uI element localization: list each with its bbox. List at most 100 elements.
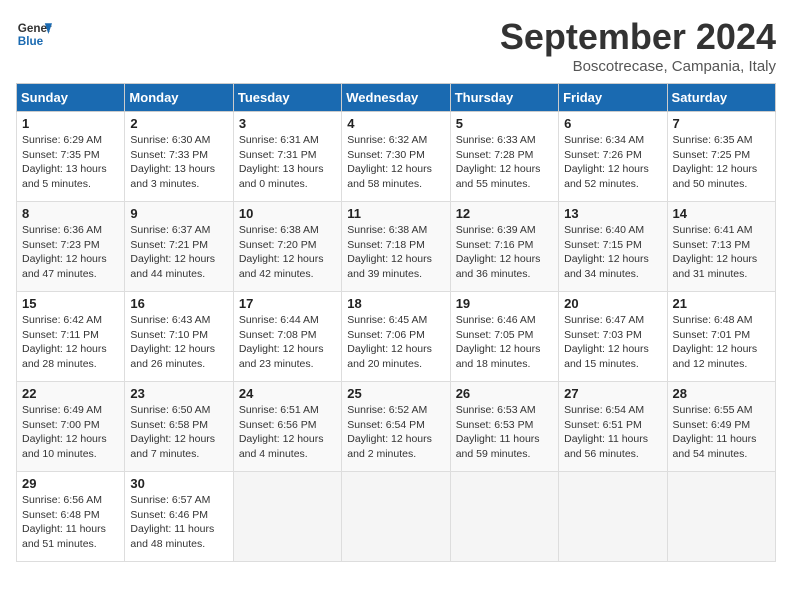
day-number: 30 xyxy=(130,476,227,491)
calendar-cell: 7 Sunrise: 6:35 AM Sunset: 7:25 PM Daylig… xyxy=(667,112,775,202)
calendar-table: SundayMondayTuesdayWednesdayThursdayFrid… xyxy=(16,83,776,562)
calendar-cell: 14Sunrise: 6:41 AM Sunset: 7:13 PM Dayli… xyxy=(667,202,775,292)
calendar-cell: 30 Sunrise: 6:57 AM Sunset: 6:46 PM Dayli… xyxy=(125,472,233,562)
calendar-cell: 5Sunrise: 6:33 AM Sunset: 7:28 PM Daylig… xyxy=(450,112,558,202)
weekday-header-row: SundayMondayTuesdayWednesdayThursdayFrid… xyxy=(17,84,776,112)
day-number: 21 xyxy=(673,296,770,311)
calendar-cell: 19Sunrise: 6:46 AM Sunset: 7:05 PM Dayli… xyxy=(450,292,558,382)
day-number: 24 xyxy=(239,386,336,401)
day-info: Sunrise: 6:44 AM Sunset: 7:08 PM Dayligh… xyxy=(239,313,336,372)
calendar-cell: 18 Sunrise: 6:45 AM Sunset: 7:06 PM Dayli… xyxy=(342,292,450,382)
calendar-cell xyxy=(667,472,775,562)
weekday-header-thursday: Thursday xyxy=(450,84,558,112)
day-number: 23 xyxy=(130,386,227,401)
day-info: Sunrise: 6:48 AM Sunset: 7:01 PM Dayligh… xyxy=(673,313,770,372)
calendar-cell: 4 Sunrise: 6:32 AM Sunset: 7:30 PM Daylig… xyxy=(342,112,450,202)
day-number: 8 xyxy=(22,206,119,221)
day-number: 28 xyxy=(673,386,770,401)
weekday-header-saturday: Saturday xyxy=(667,84,775,112)
calendar-cell xyxy=(342,472,450,562)
calendar-cell: 24 Sunrise: 6:51 AM Sunset: 6:56 PM Dayli… xyxy=(233,382,341,472)
weekday-header-wednesday: Wednesday xyxy=(342,84,450,112)
day-info: Sunrise: 6:46 AM Sunset: 7:05 PM Dayligh… xyxy=(456,313,553,372)
day-info: Sunrise: 6:38 AM Sunset: 7:20 PM Dayligh… xyxy=(239,223,336,282)
day-number: 17 xyxy=(239,296,336,311)
calendar-cell: 26Sunrise: 6:53 AM Sunset: 6:53 PM Dayli… xyxy=(450,382,558,472)
day-number: 1 xyxy=(22,116,119,131)
day-info: Sunrise: 6:41 AM Sunset: 7:13 PM Dayligh… xyxy=(673,223,770,282)
day-number: 7 xyxy=(673,116,770,131)
day-info: Sunrise: 6:55 AM Sunset: 6:49 PM Dayligh… xyxy=(673,403,770,462)
calendar-cell: 21 Sunrise: 6:48 AM Sunset: 7:01 PM Dayli… xyxy=(667,292,775,382)
calendar-cell: 20Sunrise: 6:47 AM Sunset: 7:03 PM Dayli… xyxy=(559,292,667,382)
day-number: 9 xyxy=(130,206,227,221)
page-header: General Blue September 2024 Boscotrecase… xyxy=(16,16,776,75)
day-info: Sunrise: 6:57 AM Sunset: 6:46 PM Dayligh… xyxy=(130,493,227,552)
calendar-cell: 13 Sunrise: 6:40 AM Sunset: 7:15 PM Dayli… xyxy=(559,202,667,292)
calendar-cell: 28 Sunrise: 6:55 AM Sunset: 6:49 PM Dayli… xyxy=(667,382,775,472)
day-info: Sunrise: 6:42 AM Sunset: 7:11 PM Dayligh… xyxy=(22,313,119,372)
day-info: Sunrise: 6:43 AM Sunset: 7:10 PM Dayligh… xyxy=(130,313,227,372)
day-info: Sunrise: 6:45 AM Sunset: 7:06 PM Dayligh… xyxy=(347,313,444,372)
calendar-week-row: 8 Sunrise: 6:36 AM Sunset: 7:23 PM Daylig… xyxy=(17,202,776,292)
calendar-cell: 12Sunrise: 6:39 AM Sunset: 7:16 PM Dayli… xyxy=(450,202,558,292)
calendar-cell: 17 Sunrise: 6:44 AM Sunset: 7:08 PM Dayli… xyxy=(233,292,341,382)
day-info: Sunrise: 6:33 AM Sunset: 7:28 PM Dayligh… xyxy=(456,133,553,192)
day-number: 13 xyxy=(564,206,661,221)
calendar-cell: 2Sunrise: 6:30 AM Sunset: 7:33 PM Daylig… xyxy=(125,112,233,202)
day-number: 29 xyxy=(22,476,119,491)
day-number: 26 xyxy=(456,386,553,401)
day-info: Sunrise: 6:40 AM Sunset: 7:15 PM Dayligh… xyxy=(564,223,661,282)
calendar-cell: 9 Sunrise: 6:37 AM Sunset: 7:21 PM Daylig… xyxy=(125,202,233,292)
day-info: Sunrise: 6:49 AM Sunset: 7:00 PM Dayligh… xyxy=(22,403,119,462)
calendar-cell: 29Sunrise: 6:56 AM Sunset: 6:48 PM Dayli… xyxy=(17,472,125,562)
calendar-cell: 27 Sunrise: 6:54 AM Sunset: 6:51 PM Dayli… xyxy=(559,382,667,472)
day-info: Sunrise: 6:37 AM Sunset: 7:21 PM Dayligh… xyxy=(130,223,227,282)
day-number: 25 xyxy=(347,386,444,401)
svg-text:Blue: Blue xyxy=(18,35,44,48)
day-info: Sunrise: 6:30 AM Sunset: 7:33 PM Dayligh… xyxy=(130,133,227,192)
day-number: 18 xyxy=(347,296,444,311)
day-info: Sunrise: 6:51 AM Sunset: 6:56 PM Dayligh… xyxy=(239,403,336,462)
calendar-cell: 23 Sunrise: 6:50 AM Sunset: 6:58 PM Dayli… xyxy=(125,382,233,472)
day-info: Sunrise: 6:52 AM Sunset: 6:54 PM Dayligh… xyxy=(347,403,444,462)
calendar-cell xyxy=(450,472,558,562)
day-number: 4 xyxy=(347,116,444,131)
day-number: 20 xyxy=(564,296,661,311)
calendar-cell: 22 Sunrise: 6:49 AM Sunset: 7:00 PM Dayli… xyxy=(17,382,125,472)
calendar-week-row: 29Sunrise: 6:56 AM Sunset: 6:48 PM Dayli… xyxy=(17,472,776,562)
day-info: Sunrise: 6:32 AM Sunset: 7:30 PM Dayligh… xyxy=(347,133,444,192)
day-info: Sunrise: 6:50 AM Sunset: 6:58 PM Dayligh… xyxy=(130,403,227,462)
day-info: Sunrise: 6:35 AM Sunset: 7:25 PM Dayligh… xyxy=(673,133,770,192)
weekday-header-friday: Friday xyxy=(559,84,667,112)
weekday-header-monday: Monday xyxy=(125,84,233,112)
title-block: September 2024 Boscotrecase, Campania, I… xyxy=(500,16,776,75)
calendar-cell xyxy=(559,472,667,562)
logo-icon: General Blue xyxy=(16,16,52,52)
logo: General Blue xyxy=(16,16,52,52)
calendar-subtitle: Boscotrecase, Campania, Italy xyxy=(500,58,776,75)
calendar-cell: 15 Sunrise: 6:42 AM Sunset: 7:11 PM Dayli… xyxy=(17,292,125,382)
calendar-cell: 11 Sunrise: 6:38 AM Sunset: 7:18 PM Dayli… xyxy=(342,202,450,292)
calendar-cell: 6Sunrise: 6:34 AM Sunset: 7:26 PM Daylig… xyxy=(559,112,667,202)
calendar-title: September 2024 xyxy=(500,16,776,58)
day-number: 27 xyxy=(564,386,661,401)
calendar-week-row: 1 Sunrise: 6:29 AM Sunset: 7:35 PM Daylig… xyxy=(17,112,776,202)
day-info: Sunrise: 6:31 AM Sunset: 7:31 PM Dayligh… xyxy=(239,133,336,192)
day-info: Sunrise: 6:38 AM Sunset: 7:18 PM Dayligh… xyxy=(347,223,444,282)
calendar-cell: 16Sunrise: 6:43 AM Sunset: 7:10 PM Dayli… xyxy=(125,292,233,382)
calendar-cell: 10Sunrise: 6:38 AM Sunset: 7:20 PM Dayli… xyxy=(233,202,341,292)
calendar-cell: 1 Sunrise: 6:29 AM Sunset: 7:35 PM Daylig… xyxy=(17,112,125,202)
calendar-cell xyxy=(233,472,341,562)
calendar-cell: 8 Sunrise: 6:36 AM Sunset: 7:23 PM Daylig… xyxy=(17,202,125,292)
day-number: 6 xyxy=(564,116,661,131)
day-info: Sunrise: 6:54 AM Sunset: 6:51 PM Dayligh… xyxy=(564,403,661,462)
day-number: 22 xyxy=(22,386,119,401)
day-number: 12 xyxy=(456,206,553,221)
weekday-header-sunday: Sunday xyxy=(17,84,125,112)
day-info: Sunrise: 6:29 AM Sunset: 7:35 PM Dayligh… xyxy=(22,133,119,192)
day-info: Sunrise: 6:36 AM Sunset: 7:23 PM Dayligh… xyxy=(22,223,119,282)
calendar-cell: 3Sunrise: 6:31 AM Sunset: 7:31 PM Daylig… xyxy=(233,112,341,202)
day-number: 15 xyxy=(22,296,119,311)
day-number: 11 xyxy=(347,206,444,221)
